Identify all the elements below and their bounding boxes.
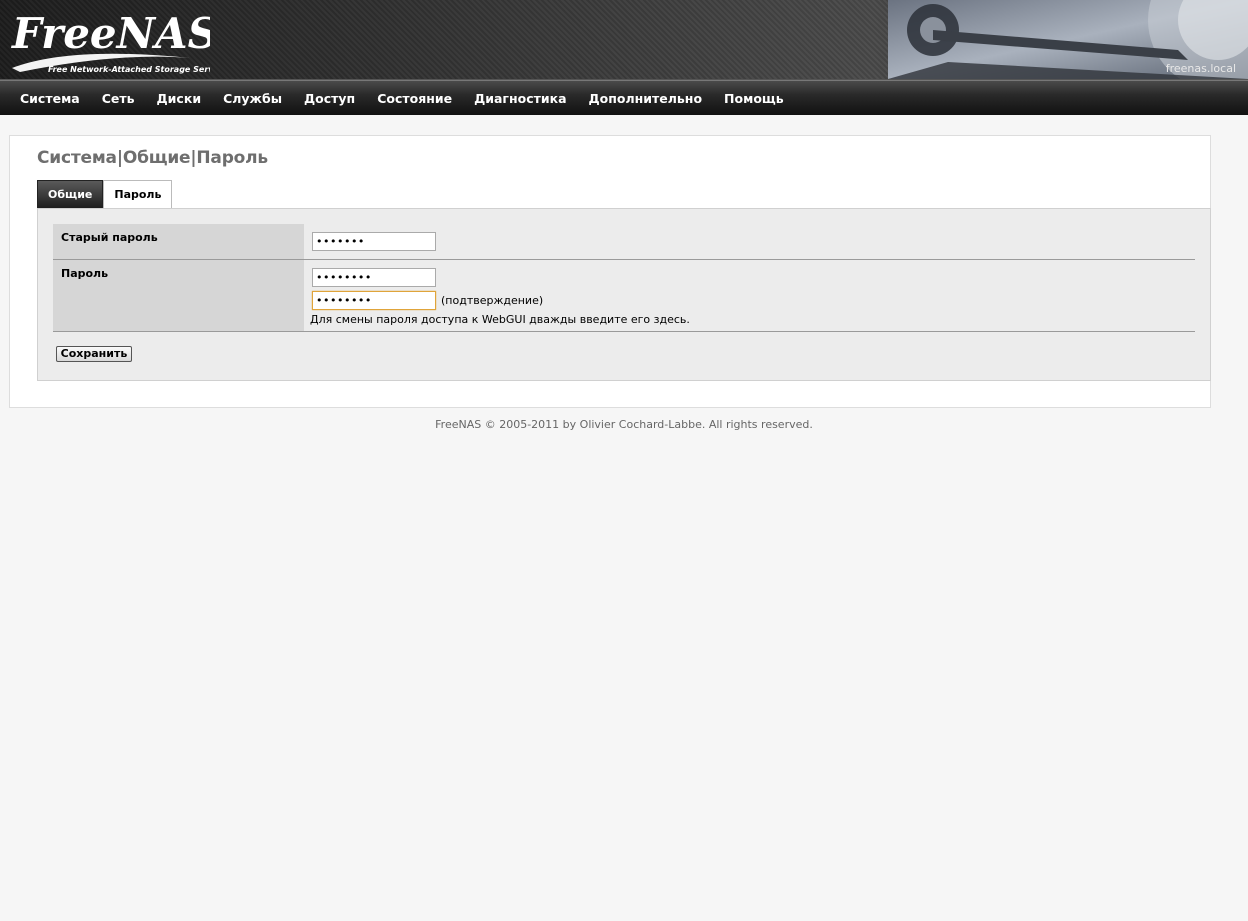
password-confirm-input[interactable]: •••••••• [312,291,436,310]
footer-copyright: FreeNAS © 2005-2011 by Olivier Cochard-L… [435,418,813,431]
password-form: Старый пароль ••••••• Пароль •••••••• ••… [37,208,1211,381]
svg-text:FreeNAS: FreeNAS [11,9,210,58]
password-label: Пароль [53,260,304,331]
password-input[interactable]: •••••••• [312,268,436,287]
page-title: Система|Общие|Пароль [37,148,268,168]
nav-item-disks[interactable]: Диски [146,81,213,116]
tab-bar: Общие Пароль [37,180,173,208]
content-panel: Система|Общие|Пароль Общие Пароль Старый… [9,135,1211,408]
hostname-label: freenas.local [1165,62,1236,75]
old-password-label: Старый пароль [53,224,304,259]
password-help-text: Для смены пароля доступа к WebGUI дважды… [310,313,690,326]
main-nav: Система Сеть Диски Службы Доступ Состоян… [0,80,1248,115]
old-password-input[interactable]: ••••••• [312,232,436,251]
svg-text:Free Network-Attached Storage: Free Network-Attached Storage Server [48,65,210,74]
save-button[interactable]: Сохранить [56,346,132,362]
nav-item-access[interactable]: Доступ [293,81,366,116]
nav-item-network[interactable]: Сеть [91,81,146,116]
nav-item-help[interactable]: Помощь [713,81,795,116]
tab-general[interactable]: Общие [37,180,104,208]
nav-item-status[interactable]: Состояние [366,81,463,116]
old-password-row: Старый пароль ••••••• [53,224,1195,260]
freenas-logo: FreeNAS Free Network-Attached Storage Se… [11,9,210,74]
nav-item-advanced[interactable]: Дополнительно [578,81,714,116]
confirm-hint: (подтверждение) [441,294,544,307]
tab-password[interactable]: Пароль [103,180,173,208]
nav-item-diagnostics[interactable]: Диагностика [463,81,577,116]
nav-item-system[interactable]: Система [9,81,91,116]
header-banner: FreeNAS Free Network-Attached Storage Se… [0,0,1248,80]
password-row: Пароль •••••••• •••••••• (подтверждение)… [53,260,1195,332]
nav-item-services[interactable]: Службы [212,81,293,116]
